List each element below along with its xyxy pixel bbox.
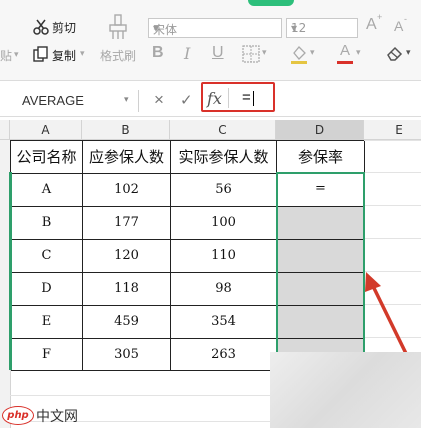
name-box[interactable]: AVERAGE ▾ (0, 90, 139, 112)
cut-button[interactable]: 剪切 (32, 16, 84, 38)
divider (228, 88, 229, 108)
column-header-c[interactable]: C (170, 120, 276, 140)
copy-icon (33, 46, 48, 62)
table-cell[interactable]: D (11, 273, 83, 306)
php-logo-icon: php (2, 406, 34, 425)
table-cell[interactable]: F (11, 339, 83, 371)
scissors-icon (33, 19, 49, 35)
underline-button[interactable]: U (212, 44, 224, 62)
formula-input[interactable]: = (234, 88, 270, 108)
table-cell[interactable]: 177 (83, 207, 171, 240)
gridline (364, 172, 421, 173)
format-painter-button[interactable]: 格式刷 (98, 12, 138, 68)
name-box-value: AVERAGE (22, 93, 84, 108)
chevron-down-icon[interactable]: ▾ (310, 47, 315, 58)
gridline (364, 140, 421, 141)
font-color-swatch (337, 61, 353, 64)
column-header-d[interactable]: D (276, 120, 364, 140)
decrease-arrow-icon: - (404, 14, 407, 24)
copy-label: 复制 (52, 49, 77, 63)
table-cell[interactable]: 459 (83, 306, 171, 339)
column-a-selection-border (9, 172, 12, 370)
watermark-blur-patch (270, 352, 421, 428)
font-size-select[interactable]: 12 ▾ (286, 18, 358, 38)
gridline (364, 238, 421, 239)
select-all-corner[interactable] (0, 120, 10, 140)
table-cell[interactable]: 110 (171, 240, 277, 273)
formula-bar: AVERAGE ▾ × ✓ fx = (0, 82, 421, 117)
paste-label[interactable]: 贴 (0, 47, 12, 64)
header-actual-insured[interactable]: 实际参保人数 (171, 141, 277, 174)
fx-button[interactable]: fx (207, 89, 222, 108)
font-name-select[interactable]: 宋体 ▾ (148, 18, 282, 38)
table-cell[interactable]: 120 (83, 240, 171, 273)
paintbrush-icon (109, 14, 127, 39)
cancel-icon[interactable]: × (154, 90, 164, 110)
borders-icon[interactable] (242, 45, 260, 63)
table-cell[interactable]: 102 (83, 174, 171, 207)
table-cell[interactable]: 100 (171, 207, 277, 240)
chevron-down-icon[interactable]: ▾ (356, 47, 361, 58)
copy-button[interactable]: 复制 ▾ (32, 44, 92, 66)
chevron-down-icon: ▾ (124, 94, 129, 104)
increase-arrow-icon: + (377, 12, 383, 22)
formula-input-value: = (242, 89, 251, 106)
chevron-down-icon: ▾ (153, 21, 160, 35)
cut-label: 剪切 (52, 21, 77, 35)
paste-dropdown-icon[interactable]: ▾ (14, 49, 19, 60)
range-d-selection-border (276, 172, 365, 371)
table-cell[interactable]: 56 (171, 174, 277, 207)
chevron-down-icon: ▾ (291, 21, 298, 35)
font-shrink-button[interactable]: A (394, 18, 403, 34)
header-required-insured[interactable]: 应参保人数 (83, 141, 171, 174)
column-header-b[interactable]: B (82, 120, 170, 140)
copy-dropdown-icon[interactable]: ▾ (80, 48, 85, 59)
fill-color-icon[interactable] (290, 44, 308, 64)
chevron-down-icon[interactable]: ▾ (406, 47, 411, 58)
header-company[interactable]: 公司名称 (11, 141, 83, 174)
italic-button[interactable]: I (184, 44, 190, 63)
eraser-icon[interactable] (386, 44, 404, 62)
ribbon-tab-active[interactable] (248, 0, 294, 6)
table-cell[interactable]: 118 (83, 273, 171, 306)
watermark-logo: php 中文网 (0, 404, 90, 426)
font-grow-button[interactable]: A (366, 16, 377, 34)
watermark-text: 中文网 (36, 409, 78, 425)
column-header-e[interactable]: E (364, 120, 421, 140)
format-painter-label: 格式刷 (100, 49, 137, 63)
font-color-button[interactable]: A (340, 42, 350, 59)
bold-button[interactable]: B (152, 44, 164, 62)
table-cell[interactable]: 354 (171, 306, 277, 339)
table-cell[interactable]: E (11, 306, 83, 339)
confirm-icon[interactable]: ✓ (180, 91, 193, 109)
table-cell[interactable]: 98 (171, 273, 277, 306)
table-cell[interactable]: B (11, 207, 83, 240)
gridline (364, 205, 421, 206)
table-cell[interactable]: 263 (171, 339, 277, 371)
table-cell[interactable]: C (11, 240, 83, 273)
table-cell[interactable]: 305 (83, 339, 171, 371)
table-cell[interactable]: A (11, 174, 83, 207)
column-header-a[interactable]: A (10, 120, 82, 140)
ribbon-toolbar: 剪切 复制 ▾ 贴 ▾ 格式刷 宋体 ▾ 12 ▾ A + A - B I U … (0, 0, 421, 81)
text-cursor (253, 91, 254, 106)
header-insurance-rate[interactable]: 参保率 (277, 141, 365, 174)
chevron-down-icon[interactable]: ▾ (262, 47, 267, 58)
